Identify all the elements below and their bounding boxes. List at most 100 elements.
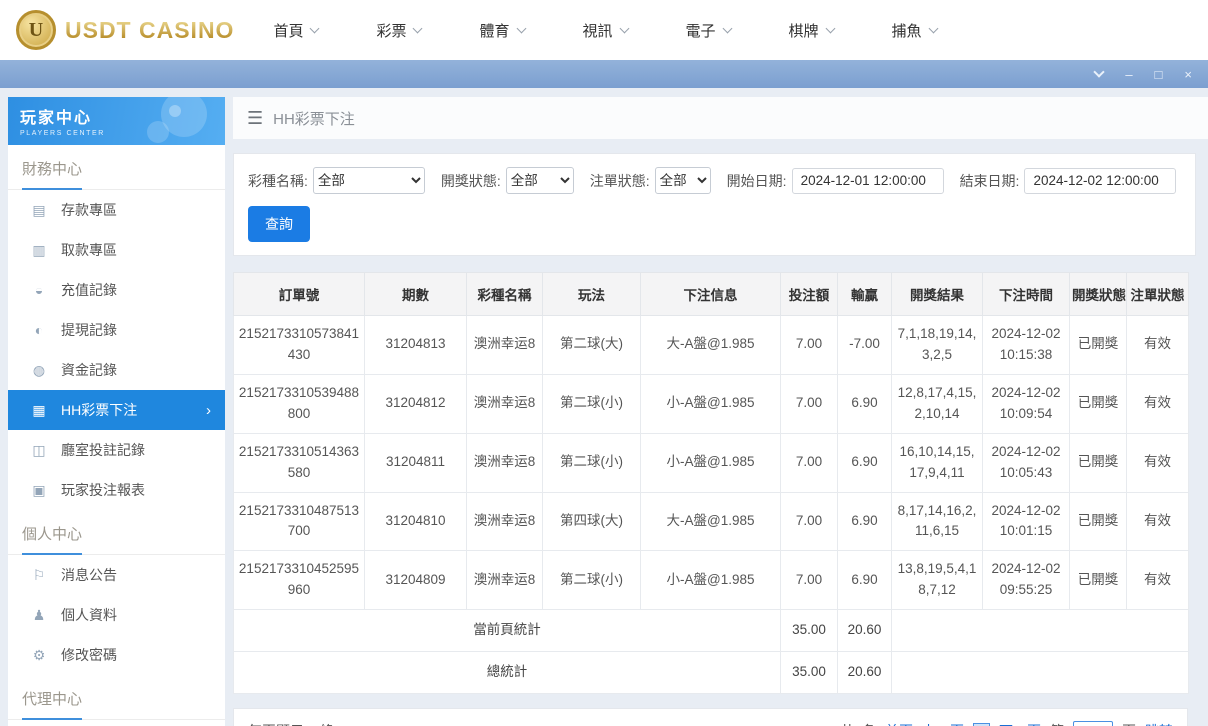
lottery-select[interactable]: 全部 <box>312 167 425 194</box>
table-cell: 7.00 <box>780 432 838 493</box>
sidebar-item-recharge[interactable]: ◒ 充值記錄 <box>8 270 225 310</box>
column-header: 下注信息 <box>640 272 781 316</box>
table-cell: 2024-12-02 10:15:38 <box>982 315 1070 375</box>
sidebar-item-label: 修改密碼 <box>61 647 117 663</box>
table-cell: 16,10,14,15,17,9,4,11 <box>891 432 983 493</box>
summary-empty <box>891 651 1189 695</box>
minimize-button[interactable]: – <box>1125 68 1132 81</box>
content: 彩種名稱: 全部 開獎狀態: 全部 注單狀態: 全部 開始日期: 結束日期: 查… <box>233 139 1208 726</box>
sidebar-item-user[interactable]: ♟ 個人資料 <box>8 595 225 635</box>
table-cell: 大-A盤@1.985 <box>640 491 781 552</box>
summary-bet-total: 35.00 <box>780 609 838 653</box>
funds-icon: ◍ <box>32 361 46 378</box>
draw-status-select[interactable]: 全部 <box>505 167 574 194</box>
sidebar-item-report[interactable]: ▣ 玩家投注報表 <box>8 470 225 510</box>
nav-item-視訊[interactable]: 視訊 <box>554 0 657 60</box>
nav-item-捕魚[interactable]: 捕魚 <box>863 0 966 60</box>
first-page-link[interactable]: 首页 <box>885 721 913 726</box>
sidebar-item-deposit[interactable]: ▤ 存款專區 <box>8 190 225 230</box>
summary-empty <box>891 609 1189 653</box>
nav-item-首頁[interactable]: 首頁 <box>244 0 347 60</box>
maximize-button[interactable]: □ <box>1155 68 1163 81</box>
column-header: 輸贏 <box>837 272 892 316</box>
summary-label: 當前頁統計 <box>233 609 781 653</box>
sidebar-item-lottery[interactable]: ▦ HH彩票下注 › <box>8 390 225 430</box>
table-cell: 12,8,17,4,15,2,10,14 <box>891 373 983 434</box>
column-header: 投注額 <box>780 272 838 316</box>
chevron-down-icon <box>310 23 320 33</box>
table-cell: 2152173310514363580 <box>233 432 365 493</box>
table-cell: 澳洲幸运8 <box>466 432 543 493</box>
page-size-label: 每頁顯示20條 <box>248 721 334 726</box>
sidebar-section-title: 個人中心 <box>8 510 225 555</box>
sidebar-item-withdraw[interactable]: ▥ 取款專區 <box>8 230 225 270</box>
table-cell: 31204809 <box>364 550 467 611</box>
next-page-link[interactable]: 下一页 <box>999 721 1041 726</box>
table-cell: 6.90 <box>837 373 892 434</box>
end-date-label: 結束日期: <box>959 172 1020 189</box>
sidebar-item-hall[interactable]: ◫ 廳室投註記錄 <box>8 430 225 470</box>
start-date-label: 開始日期: <box>726 172 787 189</box>
user-icon: ♟ <box>32 606 46 623</box>
table-cell: 已開獎 <box>1069 550 1127 611</box>
pagination-bar: 每頁顯示20條 共5条 首页 上一页 1 下一页 第 页 跳转 <box>233 708 1188 726</box>
collapse-chevron-icon[interactable] <box>1093 66 1105 78</box>
search-button[interactable]: 查詢 <box>248 206 310 242</box>
total-count: 共5条 <box>840 721 876 726</box>
page-jump-input[interactable] <box>1073 720 1113 726</box>
table-cell: 2024-12-02 10:01:15 <box>982 491 1070 552</box>
table-row: 2152173310539488800 31204812 澳洲幸运8 第二球(小) 小-… <box>233 373 1189 434</box>
report-icon: ▣ <box>32 481 46 498</box>
brand-logo[interactable]: U USDT CASINO <box>16 10 234 50</box>
table-cell: 2152173310573841430 <box>233 315 365 375</box>
nav-item-label: 體育 <box>479 22 510 40</box>
nav-item-棋牌[interactable]: 棋牌 <box>760 0 863 60</box>
end-date-input[interactable] <box>1024 167 1177 194</box>
top-nav: 首頁 彩票 體育 視訊 電子 棋牌 捕魚 <box>244 0 965 60</box>
prev-page-link[interactable]: 上一页 <box>922 721 964 726</box>
table-cell: 澳洲幸运8 <box>466 373 543 434</box>
column-header: 玩法 <box>542 272 641 316</box>
gear-icon: ⚙ <box>32 646 46 663</box>
column-header: 期數 <box>364 272 467 316</box>
table-cell: 有效 <box>1126 491 1189 552</box>
brand-name: USDT CASINO <box>65 16 235 43</box>
table-cell: 澳洲幸运8 <box>466 550 543 611</box>
table-cell: 大-A盤@1.985 <box>640 315 781 375</box>
nav-item-label: 棋牌 <box>788 22 819 40</box>
sidebar-menu: 財務中心 ▤ 存款專區 ▥ 取款專區 ◒ 充值記錄 ◐ 提現記錄 ◍ 資金記錄 ▦ HH彩票下注 › ◫ 廳室… <box>8 145 225 720</box>
deposit-icon: ▤ <box>32 201 46 218</box>
recharge-icon: ◒ <box>34 282 44 298</box>
lottery-filter-label: 彩種名稱: <box>248 172 308 189</box>
column-header: 注單狀態 <box>1126 272 1189 316</box>
table-cell: 6.90 <box>837 550 892 611</box>
nav-item-彩票[interactable]: 彩票 <box>347 0 450 60</box>
summary-label: 總統計 <box>233 651 781 695</box>
table-cell: 2024-12-02 10:05:43 <box>982 432 1070 493</box>
current-page[interactable]: 1 <box>973 722 990 726</box>
table-cell: -7.00 <box>837 315 892 375</box>
sidebar-item-label: HH彩票下注 <box>61 402 138 418</box>
page-jump-suffix: 页 <box>1122 721 1136 726</box>
column-header: 訂單號 <box>233 272 365 316</box>
nav-item-體育[interactable]: 體育 <box>450 0 553 60</box>
table-header-row: 訂單號 期數 彩種名稱 玩法 下注信息 投注額 輸贏 開獎結果 下注時間 開獎狀態 注單狀態 <box>233 272 1189 316</box>
table-row: 2152173310514363580 31204811 澳洲幸运8 第二球(小) 小-… <box>233 432 1189 493</box>
start-date-input[interactable] <box>791 167 944 194</box>
hamburger-menu-icon[interactable]: ☰ <box>247 108 263 129</box>
sidebar-item-cashout[interactable]: ◐ 提現記錄 <box>8 310 225 350</box>
jump-link[interactable]: 跳转 <box>1145 721 1173 726</box>
nav-item-電子[interactable]: 電子 <box>657 0 760 60</box>
table-cell: 已開獎 <box>1069 491 1127 552</box>
table-cell: 2024-12-02 09:55:25 <box>982 550 1070 611</box>
sidebar-item-funds[interactable]: ◍ 資金記錄 <box>8 350 225 390</box>
cashout-icon: ◐ <box>34 322 44 338</box>
close-button[interactable]: × <box>1184 68 1192 81</box>
table-cell: 第二球(小) <box>542 432 641 493</box>
order-status-filter-label: 注單狀態: <box>589 172 650 189</box>
filter-panel: 彩種名稱: 全部 開獎狀態: 全部 注單狀態: 全部 開始日期: 結束日期: 查… <box>233 153 1196 256</box>
order-status-select[interactable]: 全部 <box>654 167 711 194</box>
sidebar-item-bell[interactable]: ⚐ 消息公告 <box>8 555 225 595</box>
nav-item-label: 電子 <box>685 22 716 40</box>
sidebar-item-gear[interactable]: ⚙ 修改密碼 <box>8 635 225 675</box>
